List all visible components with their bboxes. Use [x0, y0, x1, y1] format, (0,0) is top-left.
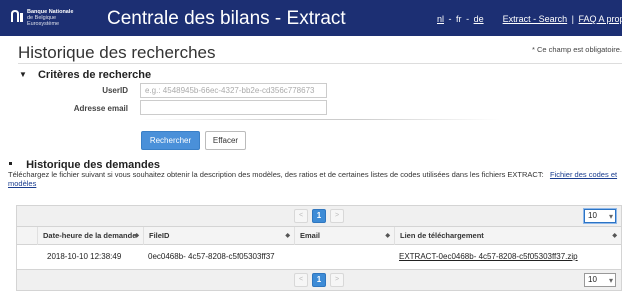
extract-search-link[interactable]: Extract - Search [503, 14, 568, 24]
lang-separator: - [466, 14, 470, 24]
search-button[interactable]: Rechercher [141, 131, 200, 150]
grid-toolbar-bottom: < 1 > 10 ▾ [17, 269, 621, 290]
cell-download-link: EXTRACT-0ec0468b- 4c57-8208-c5f05303ff37… [394, 245, 578, 269]
page-size-value: 10 [588, 275, 597, 284]
col-header-download-link-label: Lien de téléchargement [400, 231, 484, 240]
grid-toolbar-top: < 1 > 10 ▾ [17, 206, 621, 227]
userid-input[interactable] [140, 83, 327, 98]
sort-icon: ◆ [385, 233, 390, 239]
col-header-email-label: Email [300, 231, 321, 240]
lang-nl-link[interactable]: nl [437, 14, 444, 24]
page-title: Historique des recherches [18, 43, 216, 62]
pager-bottom: < 1 > [294, 273, 344, 287]
col-header-email[interactable]: Email ◆ [294, 227, 394, 245]
bank-logo-icon [11, 10, 23, 22]
required-field-note: * Ce champ est obligatoire. [531, 45, 622, 54]
bullet-icon [9, 162, 12, 165]
page-size-select-bottom[interactable]: 10 ▾ [584, 273, 616, 287]
prev-page-button[interactable]: < [294, 209, 308, 223]
link-separator: | [571, 14, 575, 24]
form-divider [140, 119, 500, 120]
clear-button[interactable]: Effacer [205, 131, 246, 150]
search-criteria-header[interactable]: ▼ Critères de recherche [19, 69, 151, 81]
chevron-down-icon: ▾ [608, 276, 613, 285]
app-header: Banque Nationale de Belgique Eurosystème… [0, 0, 622, 36]
history-intro: Téléchargez le fichier suivant si vous s… [8, 170, 620, 188]
lang-fr-current: fr [456, 14, 462, 24]
sort-icon: ◆ [612, 233, 617, 239]
collapse-triangle-icon: ▼ [19, 70, 27, 79]
page-size-select-top[interactable]: 10 ▾ [584, 209, 616, 223]
bank-logo-text: Banque Nationale de Belgique Eurosystème [27, 9, 73, 27]
col-header-fileid-label: FileID [149, 231, 170, 240]
app-title: Centrale des bilans - Extract [107, 8, 346, 29]
next-page-button[interactable]: > [330, 273, 344, 287]
faq-link[interactable]: FAQ A propos [579, 14, 622, 24]
sort-icon: ◆ [134, 233, 139, 239]
col-header-download-link[interactable]: Lien de téléchargement ◆ [394, 227, 621, 245]
page-1-button[interactable]: 1 [312, 273, 326, 287]
header-links: nl - fr - de Extract - Search | FAQ A pr… [437, 14, 622, 24]
page-size-value: 10 [588, 211, 597, 220]
cell-fileid: 0ec0468b- 4c57-8208-c5f05303ff37 [148, 252, 275, 261]
email-input[interactable] [140, 100, 327, 115]
history-intro-text: Téléchargez le fichier suivant si vous s… [8, 170, 544, 179]
bank-logo[interactable]: Banque Nationale de Belgique Eurosystème [10, 9, 73, 27]
title-divider [18, 63, 622, 64]
prev-page-button[interactable]: < [294, 273, 308, 287]
table-row: 2018-10-10 12:38:49 0ec0468b- 4c57-8208-… [17, 245, 621, 269]
download-zip-link[interactable]: EXTRACT-0ec0468b- 4c57-8208-c5f05303ff37… [399, 252, 578, 261]
col-header-fileid[interactable]: FileID ◆ [143, 227, 294, 245]
search-criteria-title: Critères de recherche [37, 69, 152, 81]
email-label: Adresse email [73, 104, 128, 113]
chevron-down-icon: ▾ [608, 212, 613, 221]
page-1-button[interactable]: 1 [312, 209, 326, 223]
col-header-date-label: Date-heure de la demande [43, 231, 137, 240]
logo-line-3: Eurosystème [27, 21, 60, 27]
sort-icon: ◆ [285, 233, 290, 239]
lang-de-link[interactable]: de [474, 14, 484, 24]
userid-label: UserID [102, 86, 128, 95]
col-header-date[interactable]: Date-heure de la demande ◆ [37, 227, 143, 245]
pager-top: < 1 > [294, 209, 344, 223]
cell-email [294, 245, 299, 269]
lang-separator: - [448, 14, 452, 24]
requests-grid: < 1 > 10 ▾ Date-heure de la demande ◆ Fi… [16, 205, 622, 291]
cell-date: 2018-10-10 12:38:49 [47, 252, 122, 261]
next-page-button[interactable]: > [330, 209, 344, 223]
grid-header: Date-heure de la demande ◆ FileID ◆ Emai… [17, 227, 621, 245]
